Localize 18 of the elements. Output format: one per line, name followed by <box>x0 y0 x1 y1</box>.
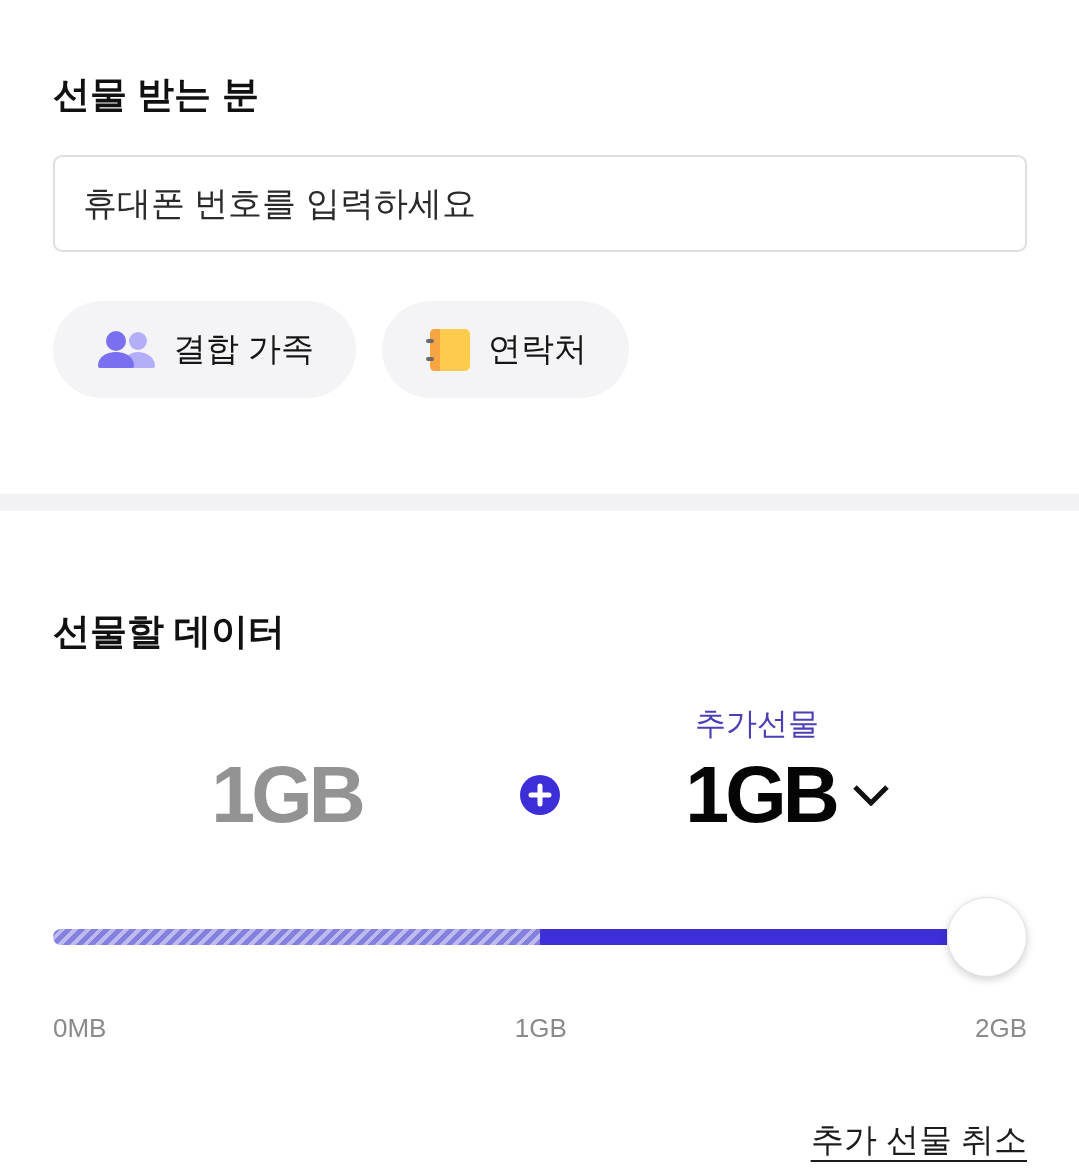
notebook-icon <box>426 327 473 372</box>
phone-input[interactable]: 휴대폰 번호를 입력하세요 <box>53 155 1027 252</box>
caret-icon <box>851 784 890 806</box>
section-title: 선물 받는 분 <box>53 73 259 117</box>
base-amount: 1GB <box>211 750 362 840</box>
extra-gift-label: 추가선물 <box>695 705 820 743</box>
tick-label: 1GB <box>514 1012 567 1045</box>
contacts-button[interactable]: 연락처 <box>382 301 630 398</box>
slider-thumb[interactable] <box>947 897 1027 977</box>
tick-label: 2GB <box>974 1012 1027 1045</box>
section-title: 선물할 데이터 <box>53 610 286 654</box>
tick-label: 0MB <box>53 1012 107 1045</box>
people-icon <box>97 329 157 370</box>
plus-icon <box>520 775 560 815</box>
cancel-link[interactable]: 추가 선물 취소 <box>810 1118 1027 1162</box>
slider-track[interactable] <box>53 929 947 945</box>
family-button[interactable]: 결합 가족 <box>53 301 357 398</box>
amount-dropdown[interactable]: 1GB <box>685 750 890 840</box>
